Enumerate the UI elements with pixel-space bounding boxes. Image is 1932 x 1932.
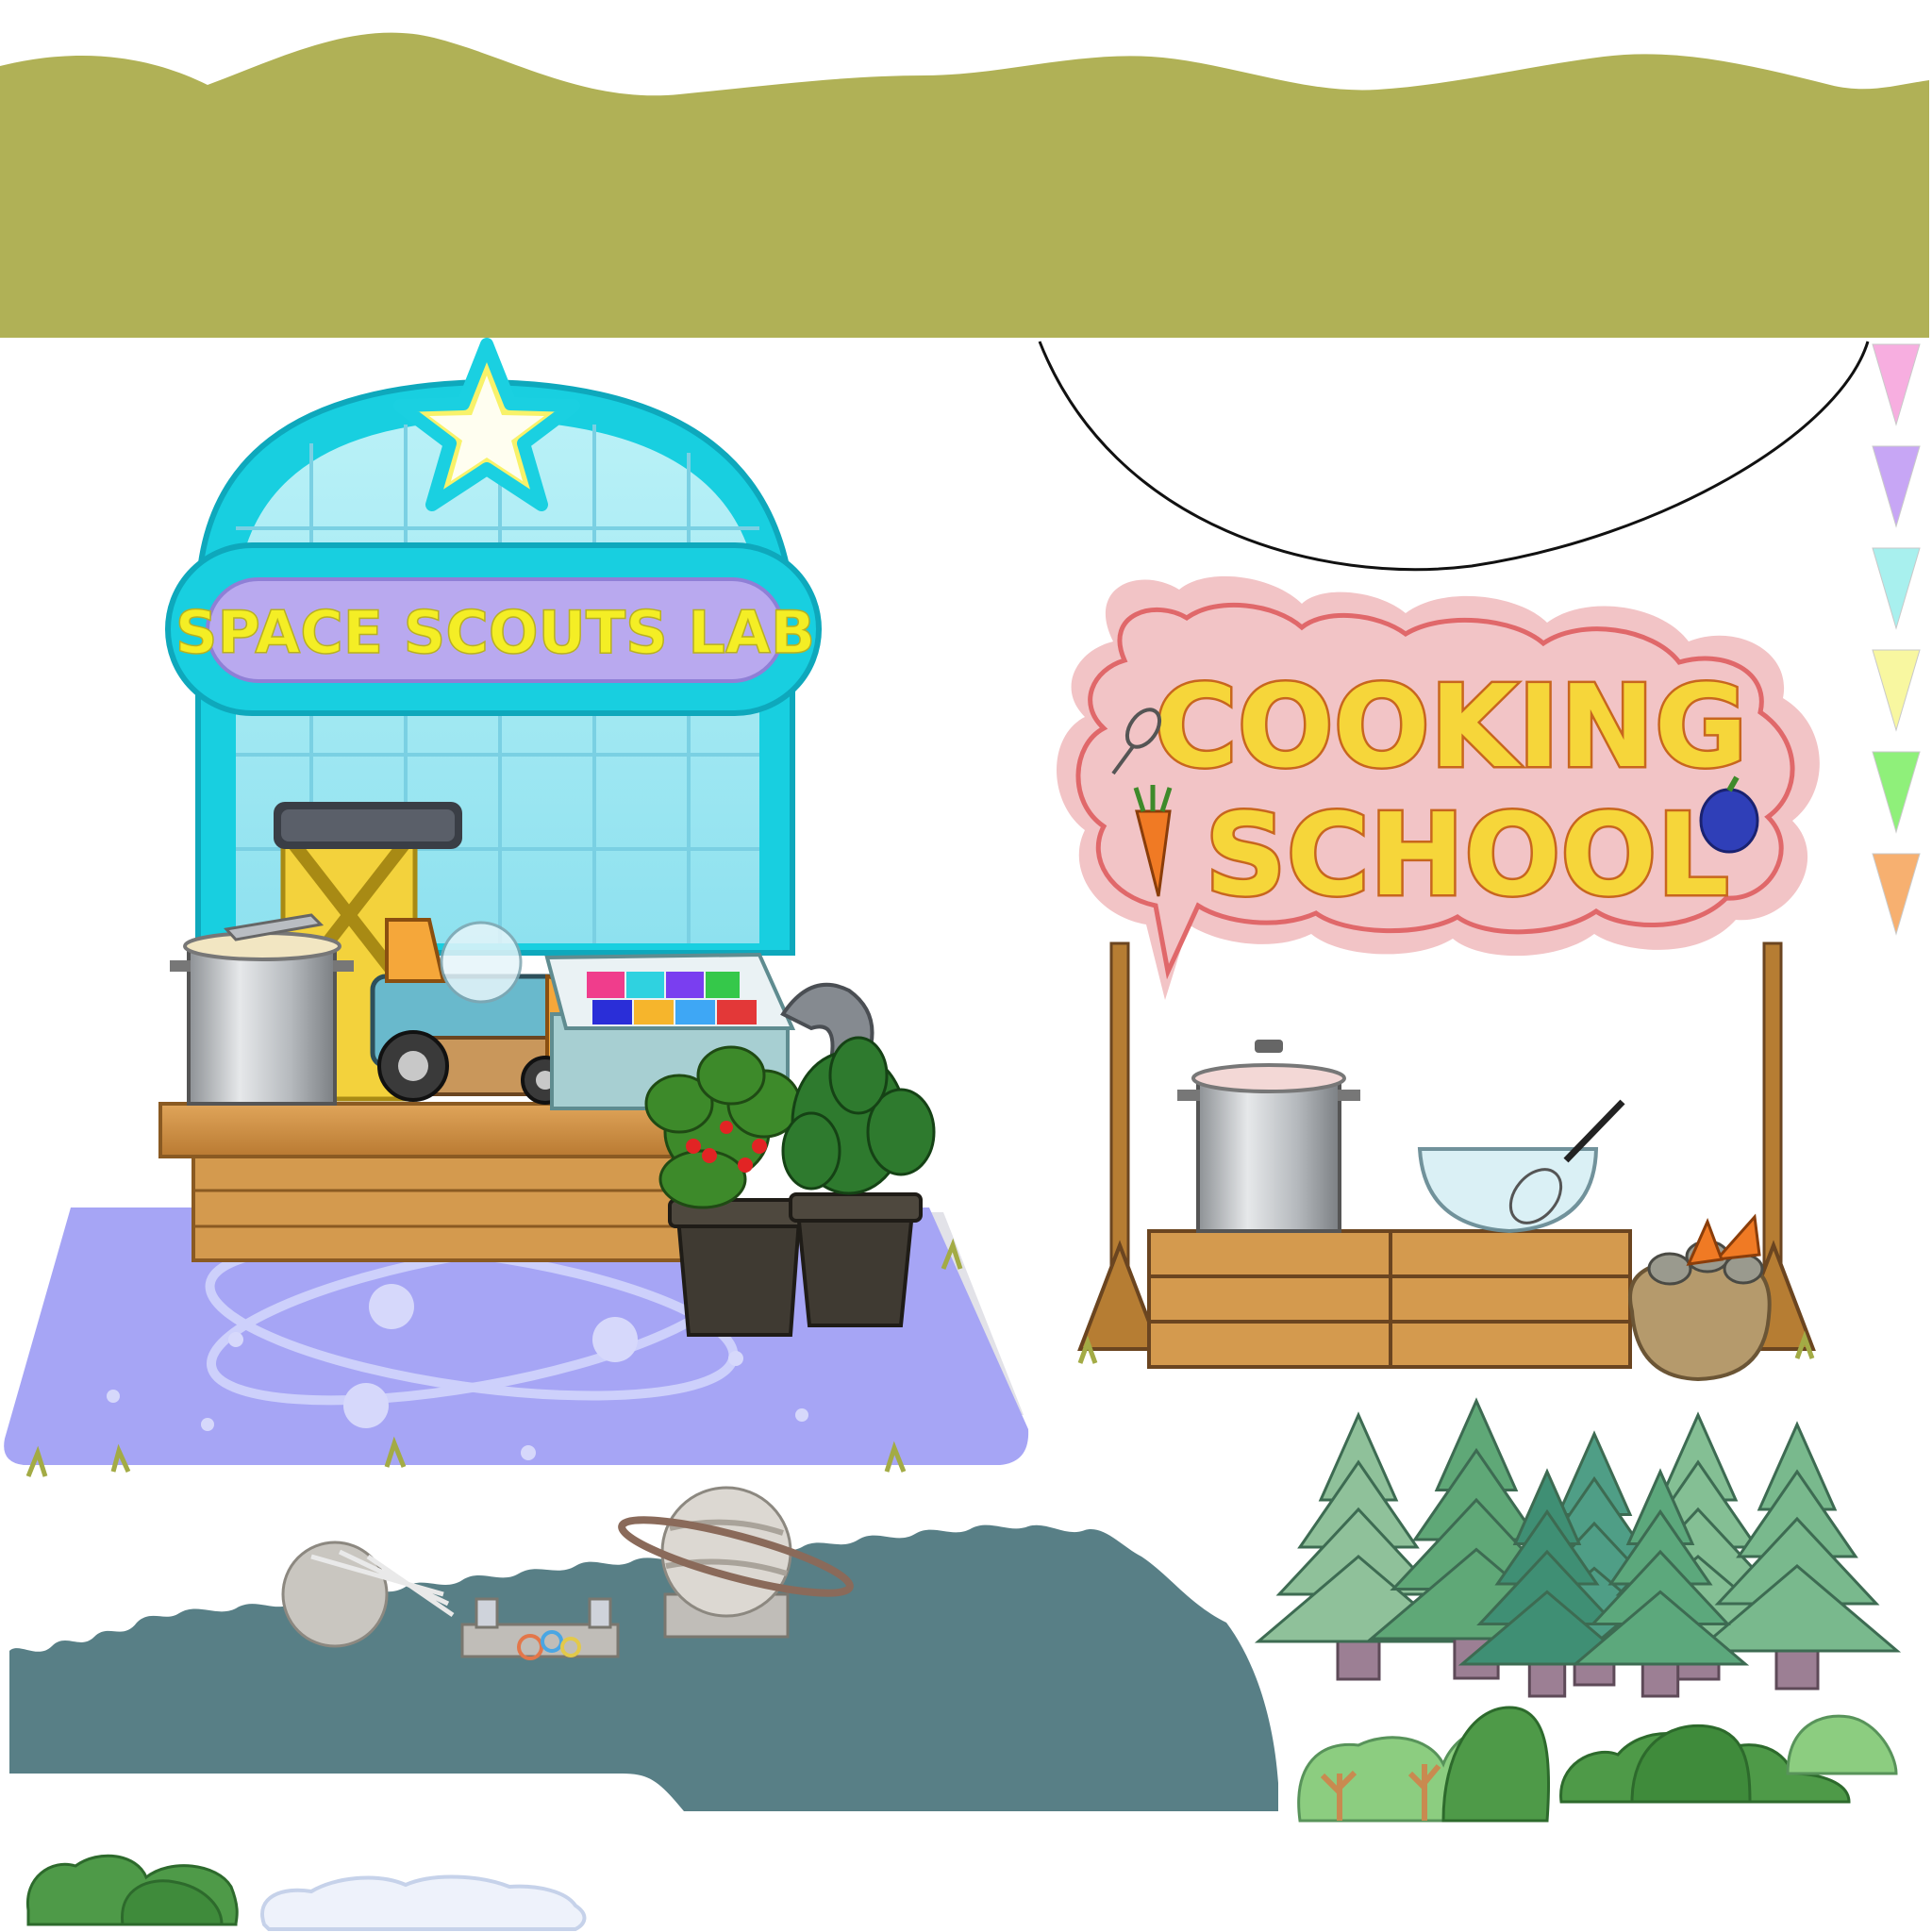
space-forest-backdrop (9, 1486, 1278, 1811)
mixing-bowl (1417, 1099, 1625, 1234)
bush-row-large (1297, 1706, 1898, 1823)
bush-row-small (26, 1854, 239, 1926)
lab-stock-pot (170, 913, 354, 1106)
space-scouts-lab: SPACE SCOUTS LAB (4, 338, 1029, 1477)
cooking-school: COOKING SCHOOL (1057, 575, 1820, 1382)
cooking-sign-line-1: COOKING (1155, 662, 1748, 793)
bunting-string (1038, 341, 1870, 572)
lab-sign-text: SPACE SCOUTS LAB (175, 598, 815, 667)
bunting-flag (1872, 343, 1921, 426)
hill-backdrop (0, 32, 1929, 339)
game-asset-sheet: SPACE SCOUTS LAB COOKING SCHOOL (0, 32, 1929, 1931)
dark-forest-silhouette (9, 1524, 1278, 1811)
cooking-sign-line-2: SCHOOL (1205, 791, 1728, 922)
puzzle-tiles (587, 972, 757, 1024)
cooking-stock-pot (1177, 1040, 1360, 1233)
cooking-counter (1147, 1229, 1632, 1369)
bunting-flag (1872, 751, 1921, 834)
bunting-flag (1872, 547, 1921, 630)
bunting-flag (1872, 853, 1921, 936)
bunting-flag (1872, 649, 1921, 732)
bunting-flag (1872, 445, 1921, 528)
lab-counter-body (192, 1155, 705, 1262)
pine-tree-cluster (1254, 1397, 1902, 1698)
snow-cloud (260, 1874, 587, 1931)
veggie-sack (1628, 1213, 1772, 1382)
bunting-flags (1872, 343, 1921, 936)
